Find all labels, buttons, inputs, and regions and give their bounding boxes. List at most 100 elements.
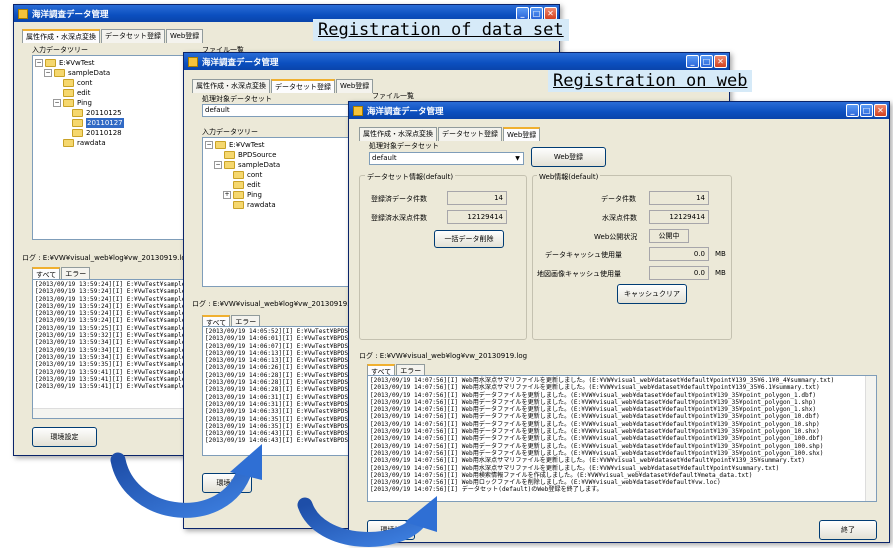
log-line[interactable]: [2013/09/19 14:06:33][I] E:¥VwTest¥BPDSo…: [205, 408, 351, 415]
log-line[interactable]: [2013/09/19 14:07:56][I] Web用データファイルを更新し…: [370, 413, 874, 420]
log-line[interactable]: [2013/09/19 14:06:35][I] E:¥VwTest¥BPDSo…: [205, 416, 351, 423]
log-line[interactable]: [2013/09/19 14:06:07][I] E:¥VwTest¥BPDSo…: [205, 343, 351, 350]
environment-settings-button[interactable]: 環境設: [367, 520, 415, 540]
log-line[interactable]: [2013/09/19 14:06:31][I] E:¥VwTest¥BPDSo…: [205, 394, 351, 401]
log-line[interactable]: [2013/09/19 14:07:56][I] Web用水深点サマリファイルを…: [370, 384, 874, 391]
log-line[interactable]: [2013/09/19 14:06:35][I] E:¥VwTest¥BPDSo…: [205, 423, 351, 430]
log-line[interactable]: [2013/09/19 13:59:34][I] E:¥VwTest¥sampl…: [35, 347, 194, 354]
minimize-icon[interactable]: _: [846, 104, 859, 117]
collapse-icon[interactable]: −: [44, 69, 52, 77]
log-list[interactable]: [2013/09/19 14:05:52][I] E:¥VwTest¥BPDSo…: [202, 326, 352, 456]
tree-node[interactable]: 20110125: [35, 108, 192, 118]
data-count-value: 14: [649, 191, 709, 205]
window-titlebar[interactable]: 海洋調査データ管理 _ □ ✕: [184, 53, 729, 70]
tree-node-label: rawdata: [77, 139, 106, 147]
tab-web-registration[interactable]: Web登録: [503, 127, 541, 141]
log-line[interactable]: [2013/09/19 14:06:28][I] E:¥VwTest¥BPDSo…: [205, 386, 351, 393]
log-line[interactable]: [2013/09/19 13:59:24][I] E:¥VwTest¥sampl…: [35, 281, 194, 288]
log-line[interactable]: [2013/09/19 14:06:43][I] E:¥VwTest¥BPDSo…: [205, 437, 351, 444]
tree-node[interactable]: 20110127: [35, 118, 192, 128]
log-line[interactable]: [2013/09/19 14:07:56][I] Web用データファイルを更新し…: [370, 443, 874, 450]
log-line[interactable]: [2013/09/19 14:06:31][I] E:¥VwTest¥BPDSo…: [205, 401, 351, 408]
log-line[interactable]: [2013/09/19 14:06:13][I] E:¥VwTest¥BPDSo…: [205, 350, 351, 357]
tab-dataset-registration[interactable]: データセット登録: [101, 29, 165, 43]
log-line[interactable]: [2013/09/19 13:59:34][I] E:¥VwTest¥sampl…: [35, 354, 194, 361]
collapse-icon[interactable]: −: [214, 161, 222, 169]
maximize-icon[interactable]: □: [860, 104, 873, 117]
log-line[interactable]: [2013/09/19 13:59:24][I] E:¥VwTest¥sampl…: [35, 310, 194, 317]
bulk-delete-button[interactable]: 一括データ削除: [434, 230, 504, 248]
tree-node[interactable]: 20110128: [35, 128, 192, 138]
tree-node[interactable]: edit: [35, 88, 192, 98]
log-line[interactable]: [2013/09/19 14:07:56][I] Web用データファイルを更新し…: [370, 421, 874, 428]
log-line[interactable]: [2013/09/19 13:59:24][I] E:¥VwTest¥sampl…: [35, 317, 194, 324]
environment-settings-button[interactable]: 環境設定: [32, 427, 97, 447]
log-line[interactable]: [2013/09/19 13:59:41][I] E:¥VwTest¥sampl…: [35, 383, 194, 390]
tab-dataset-registration[interactable]: データセット登録: [438, 127, 502, 141]
log-line[interactable]: [2013/09/19 14:06:43][I] E:¥VwTest¥BPDSo…: [205, 430, 351, 437]
log-line[interactable]: [2013/09/19 14:06:26][I] E:¥VwTest¥BPDSo…: [205, 364, 351, 371]
horizontal-scrollbar[interactable]: [33, 408, 194, 418]
maximize-icon[interactable]: □: [700, 55, 713, 68]
log-line[interactable]: [2013/09/19 14:06:28][I] E:¥VwTest¥BPDSo…: [205, 379, 351, 386]
log-line[interactable]: [2013/09/19 13:59:32][I] E:¥VwTest¥sampl…: [35, 332, 194, 339]
tree-node[interactable]: cont: [35, 78, 192, 88]
minimize-icon[interactable]: _: [686, 55, 699, 68]
window-titlebar[interactable]: 海洋調査データ管理 _ □ ✕: [349, 102, 889, 119]
log-line[interactable]: [2013/09/19 14:06:13][I] E:¥VwTest¥BPDSo…: [205, 357, 351, 364]
log-line[interactable]: [2013/09/19 13:59:24][I] E:¥VwTest¥sampl…: [35, 288, 194, 295]
tree-node[interactable]: cont: [205, 170, 349, 180]
collapse-icon[interactable]: −: [53, 99, 61, 107]
chevron-down-icon[interactable]: ▼: [513, 154, 522, 163]
vertical-scrollbar[interactable]: [865, 376, 876, 501]
log-line[interactable]: [2013/09/19 14:06:01][I] E:¥VwTest¥BPDSo…: [205, 335, 351, 342]
log-line[interactable]: [2013/09/19 13:59:24][I] E:¥VwTest¥sampl…: [35, 296, 194, 303]
log-line[interactable]: [2013/09/19 14:05:52][I] E:¥VwTest¥BPDSo…: [205, 328, 351, 335]
tree-node[interactable]: edit: [205, 180, 349, 190]
exit-button[interactable]: 終了: [819, 520, 877, 540]
tab-attribute-creation[interactable]: 属性作成・水深点変換: [192, 79, 270, 93]
tree-node[interactable]: BPDSource: [205, 150, 349, 160]
log-line[interactable]: [2013/09/19 14:07:56][I] Web用データファイルを更新し…: [370, 392, 874, 399]
log-line[interactable]: [2013/09/19 13:59:24][I] E:¥VwTest¥sampl…: [35, 303, 194, 310]
input-data-tree[interactable]: − E:¥VwTest BPDSource − sampleData cont edit + P…: [202, 137, 352, 287]
close-icon[interactable]: ✕: [874, 104, 887, 117]
collapse-icon[interactable]: −: [205, 141, 213, 149]
target-dataset-select[interactable]: default: [202, 104, 352, 117]
log-line[interactable]: [2013/09/19 13:59:34][I] E:¥VwTest¥sampl…: [35, 339, 194, 346]
collapse-icon[interactable]: −: [35, 59, 43, 67]
log-line[interactable]: [2013/09/19 14:07:56][I] Web用水深点サマリファイルを…: [370, 457, 874, 464]
tree-node[interactable]: − sampleData: [35, 68, 192, 78]
tree-node-label: cont: [77, 79, 93, 87]
log-list[interactable]: [2013/09/19 13:59:24][I] E:¥VwTest¥sampl…: [32, 279, 195, 419]
log-line[interactable]: [2013/09/19 13:59:35][I] E:¥VwTest¥sampl…: [35, 361, 194, 368]
log-line[interactable]: [2013/09/19 14:07:56][I] Web用データファイルを更新し…: [370, 435, 874, 442]
tab-attribute-creation[interactable]: 属性作成・水深点変換: [359, 127, 437, 141]
log-line[interactable]: [2013/09/19 14:06:28][I] E:¥VwTest¥BPDSo…: [205, 372, 351, 379]
tab-web-registration[interactable]: Web登録: [336, 79, 374, 93]
target-dataset-select[interactable]: default ▼: [369, 152, 524, 165]
tab-attribute-creation[interactable]: 属性作成・水深点変換: [22, 29, 100, 43]
log-line[interactable]: [2013/09/19 13:59:41][I] E:¥VwTest¥sampl…: [35, 376, 194, 383]
close-icon[interactable]: ✕: [714, 55, 727, 68]
tab-dataset-registration[interactable]: データセット登録: [271, 79, 335, 93]
tree-node[interactable]: rawdata: [205, 200, 349, 210]
tree-node[interactable]: rawdata: [35, 138, 192, 148]
tab-web-registration[interactable]: Web登録: [166, 29, 204, 43]
log-list[interactable]: [2013/09/19 14:07:56][I] Web用水深点サマリファイルを…: [367, 375, 877, 502]
log-line[interactable]: [2013/09/19 14:07:56][I] Web用水深点サマリファイルを…: [370, 465, 874, 472]
data-cache-unit: MB: [715, 250, 726, 258]
cache-clear-button[interactable]: キャッシュクリア: [617, 284, 687, 304]
log-line[interactable]: [2013/09/19 13:59:25][I] E:¥VwTest¥sampl…: [35, 325, 194, 332]
expand-icon[interactable]: +: [223, 191, 231, 199]
tree-node[interactable]: − E:¥VwTest: [205, 140, 349, 150]
log-line[interactable]: [2013/09/19 13:59:41][I] E:¥VwTest¥sampl…: [35, 369, 194, 376]
tree-node[interactable]: + Ping: [205, 190, 349, 200]
log-line[interactable]: [2013/09/19 14:07:56][I] データセット(default)…: [370, 486, 874, 493]
input-data-tree[interactable]: − E:¥VwTest − sampleData cont edit − Ping 201101…: [32, 55, 195, 240]
environment-settings-button[interactable]: 環境設: [202, 473, 252, 493]
tree-node[interactable]: − E:¥VwTest: [35, 58, 192, 68]
web-register-button[interactable]: Web登録: [531, 147, 606, 167]
tree-node[interactable]: − Ping: [35, 98, 192, 108]
tree-node[interactable]: − sampleData: [205, 160, 349, 170]
